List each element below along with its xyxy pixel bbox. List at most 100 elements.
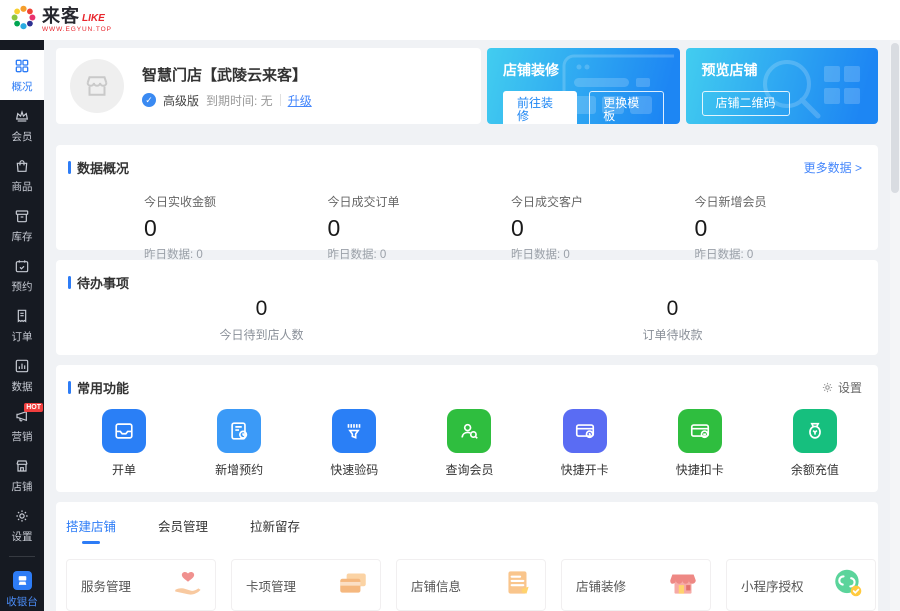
sidebar-item-label: 库存 xyxy=(12,232,33,243)
bank-cards-icon xyxy=(336,566,370,605)
todo-value: 0 xyxy=(256,298,268,320)
feature-card-miniprogram-auth[interactable]: 小程序授权 xyxy=(726,559,876,611)
stat-sub: 昨日数据: 0 xyxy=(144,246,328,262)
todo-pending-payment: 0 订单待收款 xyxy=(467,298,878,343)
scrollbar-thumb[interactable] xyxy=(891,43,899,193)
quick-actions-card: 常用功能 设置 开单 xyxy=(56,365,878,492)
sidebar-item-label: 设置 xyxy=(12,532,33,543)
feature-card-card-items[interactable]: 卡项管理 xyxy=(231,559,381,611)
section-accent-bar xyxy=(68,276,71,289)
stat-today-revenue: 今日实收金额 0 昨日数据: 0 xyxy=(144,193,328,262)
gear-icon xyxy=(14,508,30,529)
section-title: 常用功能 xyxy=(77,378,129,397)
sidebar-item-label: 店铺 xyxy=(12,482,33,493)
promo-title: 店铺装修 xyxy=(503,60,664,80)
section-title: 数据概况 xyxy=(77,158,129,177)
store-qrcode-button[interactable]: 店铺二维码 xyxy=(702,91,790,116)
section-accent-bar xyxy=(68,381,71,394)
sidebar-item-cashier[interactable]: 收银台 xyxy=(0,563,44,611)
money-bag-icon xyxy=(793,409,837,453)
store-decoration-card: 店铺装修 前往装修 更换模板 xyxy=(487,48,680,124)
storefront-icon xyxy=(14,458,30,479)
upgrade-link[interactable]: 升级 xyxy=(288,92,312,109)
logo-badge: LIKE xyxy=(82,14,105,25)
sidebar-item-inventory[interactable]: 库存 xyxy=(0,200,44,250)
feature-card-service-management[interactable]: 服务管理 xyxy=(66,559,216,611)
quick-settings-button[interactable]: 设置 xyxy=(821,379,862,396)
quick-action-label: 开单 xyxy=(112,461,136,478)
pinwheel-logo-icon xyxy=(10,4,37,36)
sidebar-item-products[interactable]: 商品 xyxy=(0,150,44,200)
cash-register-icon xyxy=(13,571,32,590)
feature-card-store-decoration[interactable]: 店铺装修 xyxy=(561,559,711,611)
quick-action-deduct-card[interactable]: 快捷扣卡 xyxy=(668,409,732,478)
sidebar-item-label: 营销 xyxy=(12,432,33,443)
feature-label: 服务管理 xyxy=(81,576,131,595)
stat-value: 0 xyxy=(695,216,879,240)
quick-action-scan-code[interactable]: 快速验码 xyxy=(322,409,386,478)
stat-sub: 昨日数据: 0 xyxy=(328,246,512,262)
quick-action-open-card[interactable]: 快捷开卡 xyxy=(553,409,617,478)
stat-label: 今日成交订单 xyxy=(328,193,512,210)
sidebar-item-overview[interactable]: 概况 xyxy=(0,50,44,100)
todo-card: 待办事项 0 今日待到店人数 0 订单待收款 xyxy=(56,260,878,355)
sidebar-item-store[interactable]: 店铺 xyxy=(0,450,44,500)
change-template-button[interactable]: 更换模板 xyxy=(589,91,663,124)
quick-action-label: 快捷开卡 xyxy=(561,461,609,478)
quick-action-search-member[interactable]: 查询会员 xyxy=(437,409,501,478)
stat-sub: 昨日数据: 0 xyxy=(511,246,695,262)
quick-settings-label: 设置 xyxy=(838,379,862,396)
go-decorate-button[interactable]: 前往装修 xyxy=(503,91,577,124)
gear-icon xyxy=(821,381,834,394)
todo-value: 0 xyxy=(667,298,679,320)
sidebar-item-label: 会员 xyxy=(12,132,33,143)
sidebar-item-data[interactable]: 数据 xyxy=(0,350,44,400)
sidebar-item-label: 数据 xyxy=(12,382,33,393)
quick-action-recharge[interactable]: 余额充值 xyxy=(783,409,847,478)
stat-label: 今日实收金额 xyxy=(144,193,328,210)
preview-store-card: 预览店铺 店铺二维码 xyxy=(686,48,879,124)
tab-member-management[interactable]: 会员管理 xyxy=(158,516,208,544)
sidebar-item-members[interactable]: 会员 xyxy=(0,100,44,150)
quick-action-new-appointment[interactable]: 新增预约 xyxy=(207,409,271,478)
feature-label: 卡项管理 xyxy=(246,576,296,595)
data-overview-card: 数据概况 更多数据 > 今日实收金额 0 昨日数据: 0 今日成交订单 0 昨日… xyxy=(56,145,878,250)
sidebar-item-appointments[interactable]: 预约 xyxy=(0,250,44,300)
quick-action-open-bill[interactable]: 开单 xyxy=(92,409,156,478)
logo-url: WWW.EGYUN.TOP xyxy=(42,27,112,34)
feature-label: 店铺装修 xyxy=(576,576,626,595)
meta-divider xyxy=(280,94,281,106)
expire-label: 到期时间: 无 xyxy=(206,92,273,109)
calendar-check-icon xyxy=(14,258,30,279)
sidebar-item-label: 预约 xyxy=(12,282,33,293)
top-header: 来客 LIKE WWW.EGYUN.TOP xyxy=(0,0,900,40)
quick-action-label: 查询会员 xyxy=(445,461,493,478)
promo-title: 预览店铺 xyxy=(702,60,863,80)
app-logo: 来客 LIKE WWW.EGYUN.TOP xyxy=(10,4,112,36)
stat-label: 今日新增会员 xyxy=(695,193,879,210)
store-avatar xyxy=(70,59,124,113)
sidebar-item-orders[interactable]: 订单 xyxy=(0,300,44,350)
hand-heart-icon xyxy=(171,566,205,605)
stat-new-members: 今日新增会员 0 昨日数据: 0 xyxy=(695,193,879,262)
sidebar-item-label: 收银台 xyxy=(6,594,38,609)
tab-acquisition-retention[interactable]: 拉新留存 xyxy=(250,516,300,544)
storefront-decor-icon xyxy=(666,566,700,605)
todo-visitors: 0 今日待到店人数 xyxy=(56,298,467,343)
sidebar-item-marketing[interactable]: HOT 营销 xyxy=(0,400,44,450)
hot-badge: HOT xyxy=(24,403,43,412)
more-data-link[interactable]: 更多数据 > xyxy=(804,159,862,176)
stat-label: 今日成交客户 xyxy=(511,193,695,210)
sidebar-item-settings[interactable]: 设置 xyxy=(0,500,44,550)
shortcuts-card: 搭建店铺 会员管理 拉新留存 服务管理 卡项管理 xyxy=(56,502,878,611)
verified-badge-icon: ✓ xyxy=(142,93,156,107)
sidebar-nav: 概况 会员 商品 库存 预约 xyxy=(0,40,44,611)
feature-card-store-info[interactable]: 店铺信息 xyxy=(396,559,546,611)
quick-action-label: 快捷扣卡 xyxy=(676,461,724,478)
stat-today-orders: 今日成交订单 0 昨日数据: 0 xyxy=(328,193,512,262)
tab-build-store[interactable]: 搭建店铺 xyxy=(66,516,116,544)
todo-label: 今日待到店人数 xyxy=(219,326,303,343)
main-content: 智慧门店【武陵云来客】 ✓ 高级版 到期时间: 无 升级 店 xyxy=(44,40,900,611)
member-search-icon xyxy=(447,409,491,453)
sidebar-item-label: 订单 xyxy=(12,332,33,343)
